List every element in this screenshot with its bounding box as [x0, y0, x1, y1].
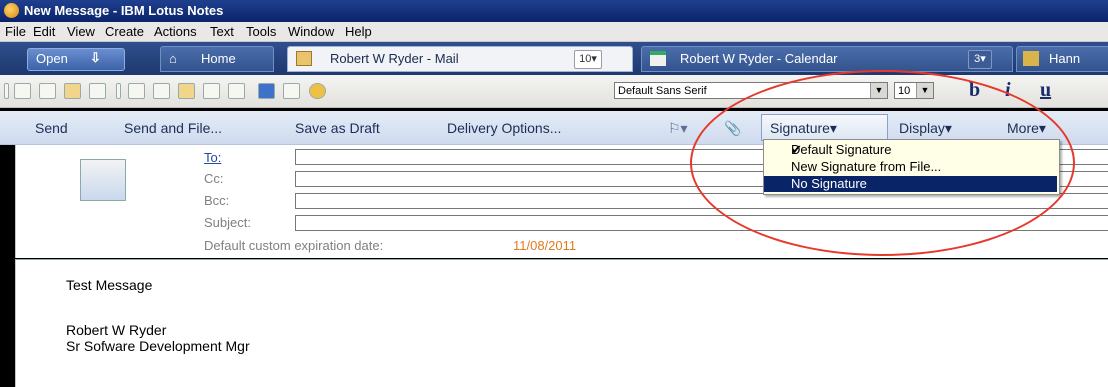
title-bar: New Message - IBM Lotus Notes [0, 0, 1108, 22]
tab-mail-label: Robert W Ryder - Mail [330, 51, 459, 66]
calendar-count-badge[interactable]: 3▾ [968, 50, 992, 69]
underline-button[interactable]: u [1040, 79, 1051, 102]
delivery-options-button[interactable]: Delivery Options... [447, 120, 561, 136]
message-body[interactable]: Test Message Robert W Ryder Sr Sofware D… [15, 259, 1108, 387]
menu-bar: File Edit View Create Actions Text Tools… [0, 22, 1108, 42]
to-label[interactable]: To: [204, 150, 221, 165]
print-icon[interactable] [283, 83, 300, 99]
lotus-notes-logo-icon [4, 3, 19, 18]
open-arrow-icon: ⇩ [90, 50, 101, 65]
paste-special-icon[interactable] [89, 83, 106, 99]
tab-home-label: Home [201, 51, 236, 66]
menu-help[interactable]: Help [345, 24, 372, 39]
menu-text[interactable]: Text [210, 24, 234, 39]
expiration-date: 11/08/2011 [513, 238, 577, 253]
tab-home[interactable]: ⌂ Home [160, 46, 274, 72]
menu-window[interactable]: Window [288, 24, 334, 39]
cut-icon-2[interactable] [128, 83, 145, 99]
emoticon-icon[interactable] [309, 83, 326, 99]
cc-label: Cc: [204, 171, 224, 186]
menu-view[interactable]: View [67, 24, 95, 39]
body-text: Test Message [66, 277, 153, 293]
contacts-icon [1023, 51, 1039, 66]
mail-icon [296, 51, 312, 66]
home-icon: ⌂ [169, 51, 177, 66]
annotation-ellipse [690, 70, 1075, 256]
tab-calendar[interactable]: Robert W Ryder - Calendar 3▾ [641, 46, 1013, 72]
signature-title: Sr Sofware Development Mgr [66, 338, 250, 354]
paste-icon[interactable] [64, 83, 81, 99]
paste-icon-2[interactable] [178, 83, 195, 99]
copy-icon-2[interactable] [153, 83, 170, 99]
envelope-icon [80, 159, 126, 201]
menu-file[interactable]: File [5, 24, 26, 39]
new-icon[interactable] [228, 83, 245, 99]
copy-icon[interactable] [39, 83, 56, 99]
menu-actions[interactable]: Actions [154, 24, 197, 39]
bcc-label: Bcc: [204, 193, 230, 208]
grip-icon [4, 83, 9, 99]
separator-icon [116, 83, 121, 99]
expiration-label: Default custom expiration date: [204, 238, 384, 253]
mail-count-badge[interactable]: 10▾ [574, 50, 602, 69]
window-title: New Message - IBM Lotus Notes [24, 3, 224, 18]
tab-bar: Open ⇩ ⌂ Home Robert W Ryder - Mail 10▾ … [0, 42, 1108, 75]
save-as-draft-button[interactable]: Save as Draft [295, 120, 380, 136]
font-value: Default Sans Serif [618, 85, 707, 97]
tab-contacts[interactable]: Hann [1016, 46, 1108, 72]
calendar-icon [650, 51, 666, 66]
cut-icon[interactable] [14, 83, 31, 99]
flag-icon[interactable]: ⚐▾ [668, 120, 688, 137]
send-and-file-button[interactable]: Send and File... [124, 120, 222, 136]
paste-special-icon-2[interactable] [203, 83, 220, 99]
send-button[interactable]: Send [35, 120, 68, 136]
menu-create[interactable]: Create [105, 24, 144, 39]
signature-name: Robert W Ryder [66, 322, 167, 338]
menu-tools[interactable]: Tools [246, 24, 276, 39]
open-button[interactable]: Open ⇩ [27, 48, 125, 71]
open-label: Open [36, 51, 68, 66]
tab-mail[interactable]: Robert W Ryder - Mail 10▾ [287, 46, 633, 72]
tab-calendar-label: Robert W Ryder - Calendar [680, 51, 838, 66]
subject-label: Subject: [204, 215, 251, 230]
save-icon[interactable] [258, 83, 275, 99]
tab-contacts-label: Hann [1049, 51, 1081, 66]
menu-edit[interactable]: Edit [33, 24, 55, 39]
